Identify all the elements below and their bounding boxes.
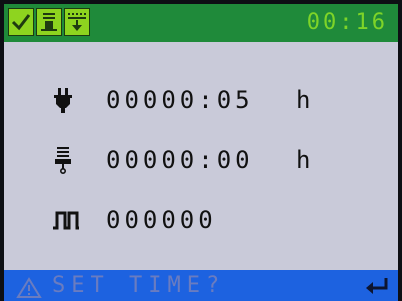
pulse-icon: [52, 206, 79, 234]
punch-icon[interactable]: [36, 8, 62, 36]
operating-hours-unit: h: [296, 86, 311, 114]
download-icon[interactable]: [64, 8, 90, 36]
display-screen: 00:16 00000:05 h 00000:00 h 000000 SET T…: [4, 4, 398, 301]
pulse-count-value: 000000: [106, 206, 217, 234]
plug-icon: [52, 86, 74, 114]
warning-icon: [16, 277, 42, 301]
service-hours-unit: h: [296, 146, 311, 174]
status-message: SET TIME?: [52, 273, 226, 298]
clock-time: 00:16: [306, 10, 388, 35]
service-icon: [52, 146, 74, 174]
top-status-bar: 00:16: [4, 4, 398, 42]
operating-hours-value: 00000:05: [106, 86, 254, 114]
operating-hours-row: 00000:05 h: [4, 80, 398, 120]
bottom-status-bar: SET TIME?: [4, 270, 398, 301]
service-hours-row: 00000:00 h: [4, 140, 398, 180]
service-hours-value: 00000:00: [106, 146, 254, 174]
pulse-count-row: 000000: [4, 200, 398, 240]
checkmark-icon[interactable]: [8, 8, 34, 36]
enter-icon[interactable]: [364, 276, 390, 300]
